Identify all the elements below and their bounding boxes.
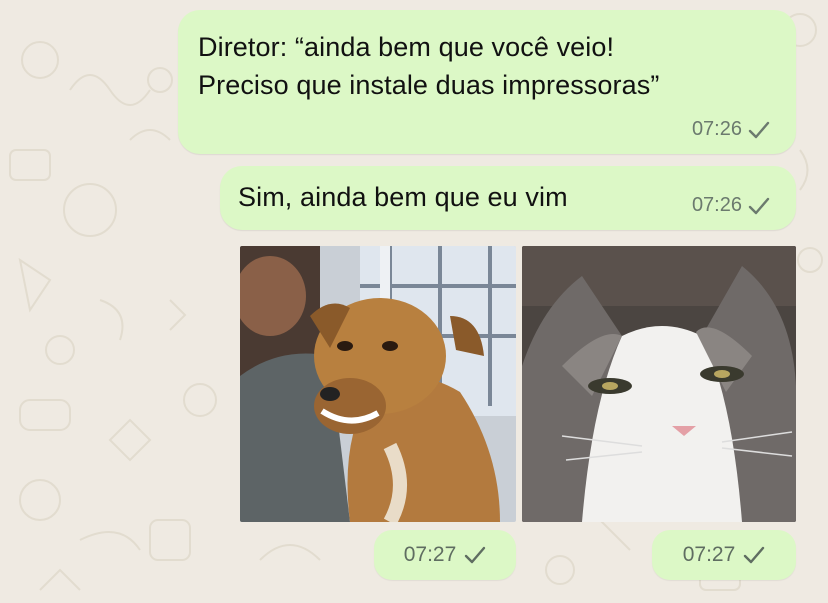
message-bubble-reply[interactable]: Sim, ainda bem que eu vim 07:26 [220, 166, 796, 230]
message-meta: 07:26 [692, 194, 770, 217]
media-time: 07:27 [403, 543, 457, 566]
message-time: 07:26 [691, 118, 742, 140]
cat-photo[interactable] [522, 246, 796, 522]
sent-check-icon [465, 546, 486, 564]
sent-check-icon [748, 197, 770, 214]
message-bubble-director[interactable]: Diretor: “ainda bem que você veio! Preci… [178, 10, 796, 154]
message-line-2: Preciso que instale duas impressoras” [198, 70, 660, 100]
message-meta: 07:26 [692, 118, 770, 141]
sent-check-icon [748, 121, 770, 138]
media-time-pill-dog: 07:27 [374, 530, 516, 580]
dog-photo-icon [240, 246, 516, 522]
media-time: 07:27 [682, 543, 736, 566]
message-time: 07:26 [691, 194, 742, 216]
media-time-pill-cat: 07:27 [652, 530, 796, 580]
message-text: Sim, ainda bem que eu vim [238, 182, 568, 212]
sent-check-icon [744, 546, 765, 564]
message-line-1: Diretor: “ainda bem que você veio! [198, 32, 615, 62]
cat-photo-icon [522, 246, 796, 522]
dog-photo[interactable] [240, 246, 516, 522]
